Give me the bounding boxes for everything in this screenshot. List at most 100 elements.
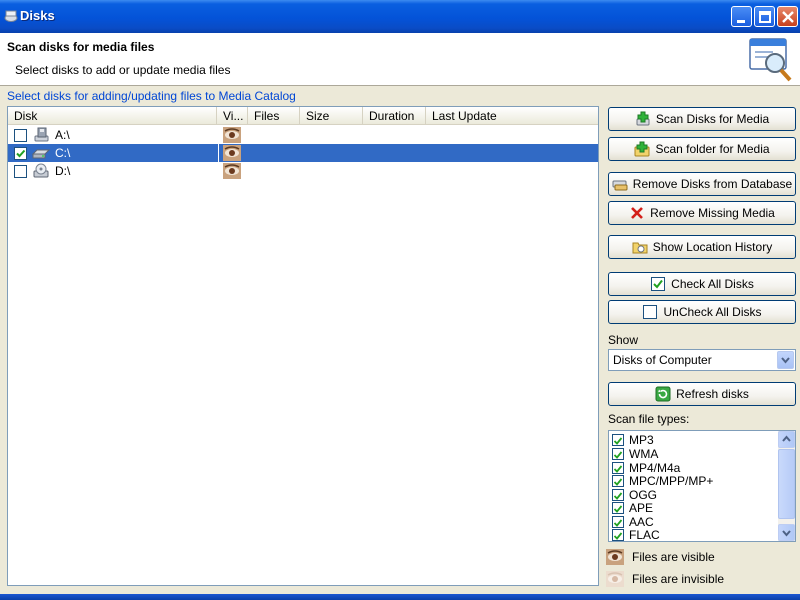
disk-c-label: C:\ [55,146,71,160]
disk-row-a[interactable]: A:\ [8,126,598,144]
file-type-checkbox[interactable] [612,475,624,487]
scroll-up-button[interactable] [778,431,795,448]
files-visible-eye-icon [606,549,624,565]
show-label: Show [608,333,639,347]
check-icon [613,505,623,513]
file-type-checkbox[interactable] [612,448,624,460]
remove-disk-icon [612,180,628,191]
check-icon [613,532,623,540]
chevron-up-icon [782,435,791,442]
dropdown-arrow-button[interactable] [777,351,794,369]
check-icon [613,451,623,459]
file-type-checkbox[interactable] [612,516,624,528]
column-disk[interactable]: Disk [8,107,217,124]
disk-a-checkbox[interactable] [14,129,27,142]
file-type-label: AAC [629,515,654,529]
disk-list[interactable]: Disk Vi... Files Size Duration Last Upda… [7,106,599,586]
disks-group-label: Select disks for adding/updating files t… [7,89,296,103]
file-type-label: OGG [629,488,658,502]
files-visible-eye-icon [223,127,241,143]
refresh-icon [655,386,671,402]
close-icon [782,11,794,23]
column-visible[interactable]: Vi... [217,107,248,124]
disk-c-checkbox[interactable] [14,147,27,160]
check-icon [613,519,623,527]
scan-folder-label: Scan folder for Media [655,142,770,156]
maximize-icon [759,11,771,23]
check-icon [613,465,623,473]
file-type-checkbox[interactable] [612,462,624,474]
file-type-label: MPC/MPP/MP+ [629,474,714,488]
header-title: Scan disks for media files [7,40,155,54]
folder-history-icon [632,242,648,254]
floppy-drive-icon [34,127,49,142]
disk-d-label: D:\ [55,164,71,178]
disk-row-d[interactable]: D:\ [8,162,598,180]
check-icon [16,149,26,158]
cd-drive-icon [33,163,49,178]
file-types-scrollbar[interactable] [778,431,795,541]
header-panel: Scan disks for media files Select disks … [0,33,800,86]
title-bar[interactable]: Disks [0,0,800,33]
checkbox-checked-icon [651,277,666,291]
close-button[interactable] [777,6,798,27]
uncheck-all-button[interactable]: UnCheck All Disks [608,300,796,324]
folder-add-icon [634,141,650,157]
column-last-update[interactable]: Last Update [426,107,598,124]
disk-row-c[interactable]: C:\ [8,144,598,162]
list-header: Disk Vi... Files Size Duration Last Upda… [8,107,598,125]
legend-visible-text: Files are visible [632,550,715,564]
column-size[interactable]: Size [300,107,363,124]
file-type-label: WMA [629,447,659,461]
scan-folder-button[interactable]: Scan folder for Media [608,137,796,161]
files-visible-eye-icon [223,145,241,161]
chevron-down-icon [782,530,791,537]
header-subtitle: Select disks to add or update media file… [15,63,231,77]
minimize-icon [737,20,745,23]
column-duration[interactable]: Duration [363,107,426,124]
files-visible-eye-icon [223,163,241,179]
check-icon [613,478,623,486]
check-icon [613,437,623,445]
column-files[interactable]: Files [248,107,300,124]
remove-disks-label: Remove Disks from Database [632,177,793,191]
file-types-label: Scan file types: [608,412,690,426]
scan-add-icon [636,111,650,126]
hard-drive-icon [32,149,50,159]
refresh-disks-button[interactable]: Refresh disks [608,382,796,406]
remove-missing-button[interactable]: Remove Missing Media [608,201,796,225]
check-all-label: Check All Disks [671,277,754,291]
show-history-label: Show Location History [652,240,773,254]
file-type-checkbox[interactable] [612,489,624,501]
disks-app-icon [4,10,18,22]
checkbox-empty-icon [643,305,658,319]
file-types-list[interactable]: MP3 WMA MP4/M4a MPC/MPP/MP+ OGG APE AAC [608,430,796,542]
show-dropdown[interactable]: Disks of Computer [608,349,796,371]
chevron-down-icon [781,357,790,364]
scan-disks-label: Scan Disks for Media [655,112,770,126]
scroll-thumb[interactable] [778,449,795,519]
uncheck-all-label: UnCheck All Disks [663,305,762,319]
file-type-checkbox[interactable] [612,502,624,514]
check-all-button[interactable]: Check All Disks [608,272,796,296]
search-window-icon [749,38,792,82]
scan-disks-button[interactable]: Scan Disks for Media [608,107,796,131]
file-type-checkbox[interactable] [612,434,624,446]
file-type-label: APE [629,501,654,515]
remove-disks-button[interactable]: Remove Disks from Database [608,172,796,196]
disk-a-label: A:\ [55,128,70,142]
scroll-down-button[interactable] [778,524,795,541]
files-invisible-eye-icon [606,571,624,587]
file-type-label: FLAC [629,528,660,542]
remove-missing-label: Remove Missing Media [650,206,775,220]
show-history-button[interactable]: Show Location History [608,235,796,259]
minimize-button[interactable] [731,6,752,27]
file-type-checkbox[interactable] [612,529,624,541]
maximize-button[interactable] [754,6,775,27]
disk-d-checkbox[interactable] [14,165,27,178]
red-x-icon [631,207,644,219]
disks-window: Disks Scan disks for media files Select … [0,0,800,600]
file-type-label: MP4/M4a [629,461,681,475]
legend-invisible-text: Files are invisible [632,572,725,586]
refresh-disks-label: Refresh disks [676,387,749,401]
